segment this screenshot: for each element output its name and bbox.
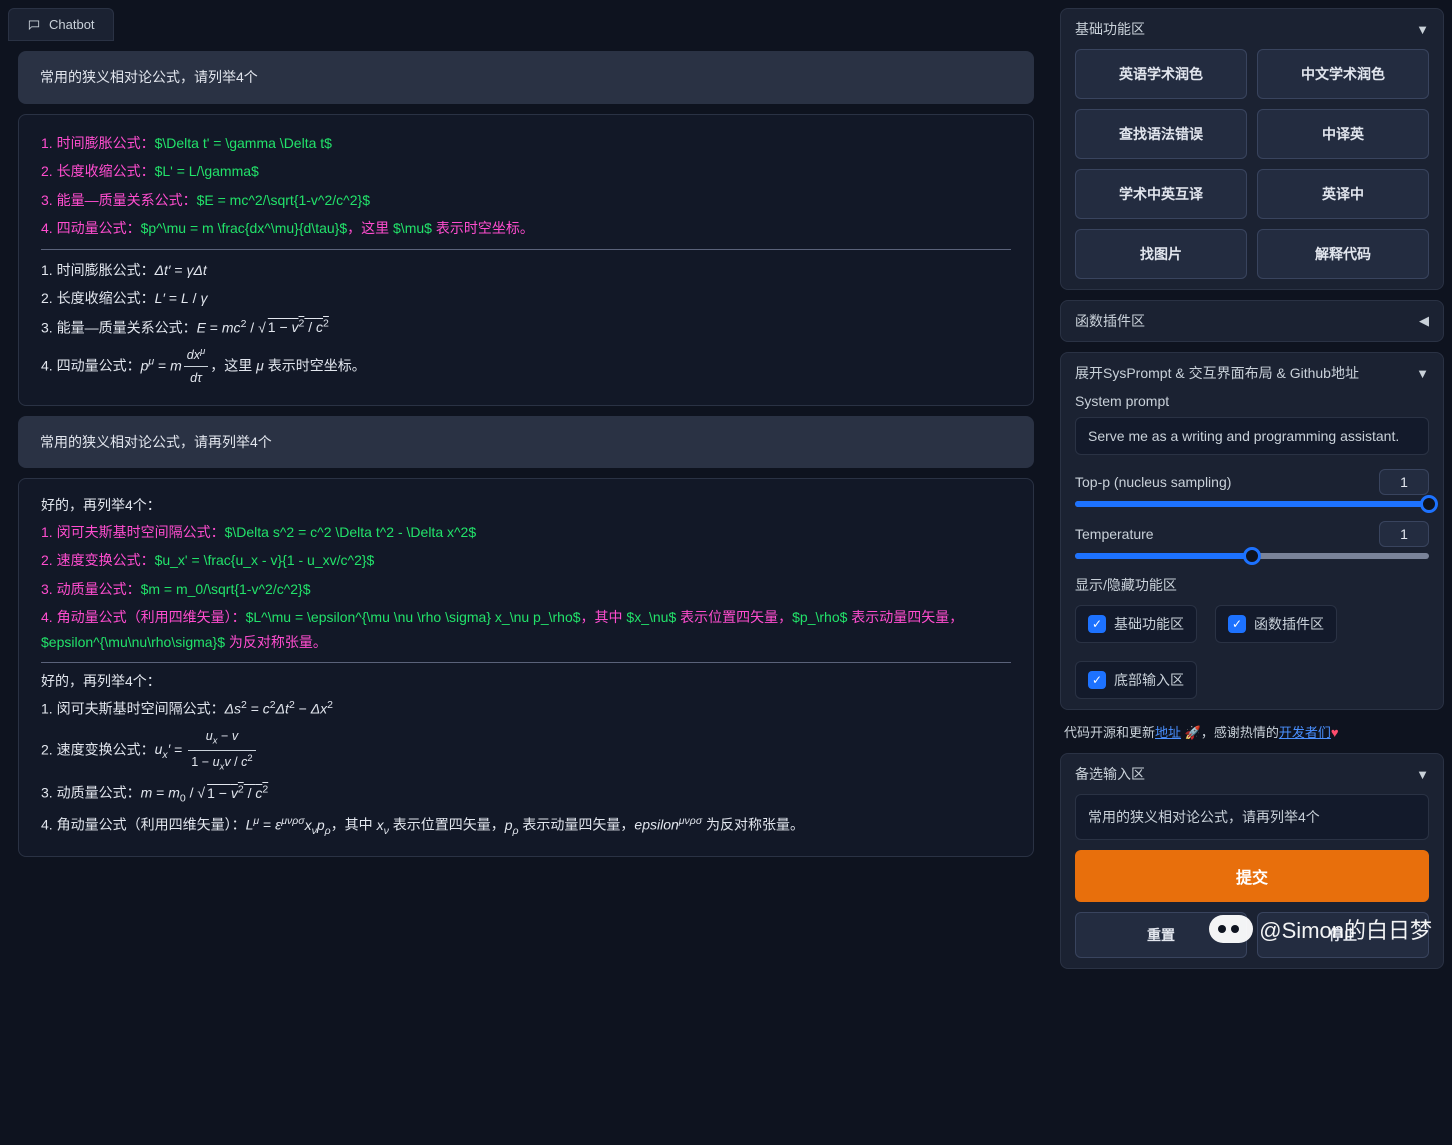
panel-sys-header[interactable]: 展开SysPrompt & 交互界面布局 & Github地址 ▼ (1075, 363, 1429, 383)
fn-button[interactable]: 学术中英互译 (1075, 169, 1247, 219)
system-prompt-input[interactable]: Serve me as a writing and programming as… (1075, 417, 1429, 455)
fn-button[interactable]: 英语学术润色 (1075, 49, 1247, 99)
chat-log: 常用的狭义相对论公式，请列举4个 1. 时间膨胀公式：$\Delta t' = … (8, 51, 1044, 867)
slider-thumb[interactable] (1243, 547, 1261, 565)
divider (41, 662, 1011, 663)
fn-button[interactable]: 解释代码 (1257, 229, 1429, 279)
repo-link[interactable]: 地址 (1155, 725, 1181, 740)
panel-title: 备选输入区 (1075, 764, 1145, 784)
panel-plugins-header[interactable]: 函数插件区 ◀ (1075, 311, 1429, 331)
fn-button[interactable]: 中译英 (1257, 109, 1429, 159)
temperature-value[interactable]: 1 (1379, 521, 1429, 547)
topp-slider: Top-p (nucleus sampling) 1 (1075, 469, 1429, 507)
submit-button[interactable]: 提交 (1075, 850, 1429, 902)
checkbox-icon: ✓ (1228, 615, 1246, 633)
chevron-down-icon: ▼ (1416, 767, 1429, 782)
chevron-down-icon: ▼ (1416, 366, 1429, 381)
check-bottom-input[interactable]: ✓ 底部输入区 (1075, 661, 1197, 699)
temperature-label: Temperature (1075, 526, 1154, 542)
stop-button[interactable]: 停止 (1257, 912, 1429, 958)
checkbox-icon: ✓ (1088, 615, 1106, 633)
chevron-down-icon: ▼ (1416, 22, 1429, 37)
tab-bar: Chatbot (8, 8, 1044, 41)
visibility-label: 显示/隐藏功能区 (1075, 575, 1429, 595)
reset-button[interactable]: 重置 (1075, 912, 1247, 958)
side-column: 基础功能区 ▼ 英语学术润色 中文学术润色 查找语法错误 中译英 学术中英互译 … (1052, 0, 1452, 1145)
temperature-track[interactable] (1075, 553, 1429, 559)
devs-link[interactable]: 开发者们 (1279, 725, 1331, 740)
panel-alt-header[interactable]: 备选输入区 ▼ (1075, 764, 1429, 784)
check-basic[interactable]: ✓ 基础功能区 (1075, 605, 1197, 643)
fn-button[interactable]: 查找语法错误 (1075, 109, 1247, 159)
user-message: 常用的狭义相对论公式，请列举4个 (18, 51, 1034, 104)
panel-basic: 基础功能区 ▼ 英语学术润色 中文学术润色 查找语法错误 中译英 学术中英互译 … (1060, 8, 1444, 290)
tab-chatbot[interactable]: Chatbot (8, 8, 114, 41)
main-column: Chatbot 常用的狭义相对论公式，请列举4个 1. 时间膨胀公式：$\Del… (0, 0, 1052, 1145)
alt-input-text[interactable]: 常用的狭义相对论公式，请再列举4个 (1075, 794, 1429, 840)
panel-basic-header[interactable]: 基础功能区 ▼ (1075, 19, 1429, 39)
panel-alt-input: 备选输入区 ▼ 常用的狭义相对论公式，请再列举4个 提交 重置 停止 (1060, 753, 1444, 969)
bot-message: 1. 时间膨胀公式：$\Delta t' = \gamma \Delta t$ … (18, 114, 1034, 406)
tab-label: Chatbot (49, 17, 95, 32)
footer-links: 代码开源和更新地址 🚀，感谢热情的开发者们♥ (1060, 720, 1444, 743)
user-text: 常用的狭义相对论公式，请列举4个 (40, 69, 258, 85)
topp-value[interactable]: 1 (1379, 469, 1429, 495)
panel-title: 基础功能区 (1075, 19, 1145, 39)
divider (41, 249, 1011, 250)
system-prompt-label: System prompt (1075, 393, 1429, 409)
fn-button[interactable]: 中文学术润色 (1257, 49, 1429, 99)
panel-plugins: 函数插件区 ◀ (1060, 300, 1444, 342)
check-plugins[interactable]: ✓ 函数插件区 (1215, 605, 1337, 643)
temperature-slider: Temperature 1 (1075, 521, 1429, 559)
bot-message: 好的，再列举4个： 1. 闵可夫斯基时空间隔公式：$\Delta s^2 = c… (18, 478, 1034, 857)
fn-button[interactable]: 找图片 (1075, 229, 1247, 279)
panel-title: 展开SysPrompt & 交互界面布局 & Github地址 (1075, 363, 1359, 383)
chat-icon (27, 18, 41, 32)
topp-label: Top-p (nucleus sampling) (1075, 474, 1231, 490)
slider-thumb[interactable] (1420, 495, 1438, 513)
chevron-left-icon: ◀ (1419, 313, 1429, 329)
user-text: 常用的狭义相对论公式，请再列举4个 (40, 434, 272, 450)
topp-track[interactable] (1075, 501, 1429, 507)
fn-button[interactable]: 英译中 (1257, 169, 1429, 219)
heart-icon: ♥ (1331, 725, 1339, 740)
panel-sysprompt: 展开SysPrompt & 交互界面布局 & Github地址 ▼ System… (1060, 352, 1444, 710)
panel-title: 函数插件区 (1075, 311, 1145, 331)
checkbox-icon: ✓ (1088, 671, 1106, 689)
user-message: 常用的狭义相对论公式，请再列举4个 (18, 416, 1034, 469)
